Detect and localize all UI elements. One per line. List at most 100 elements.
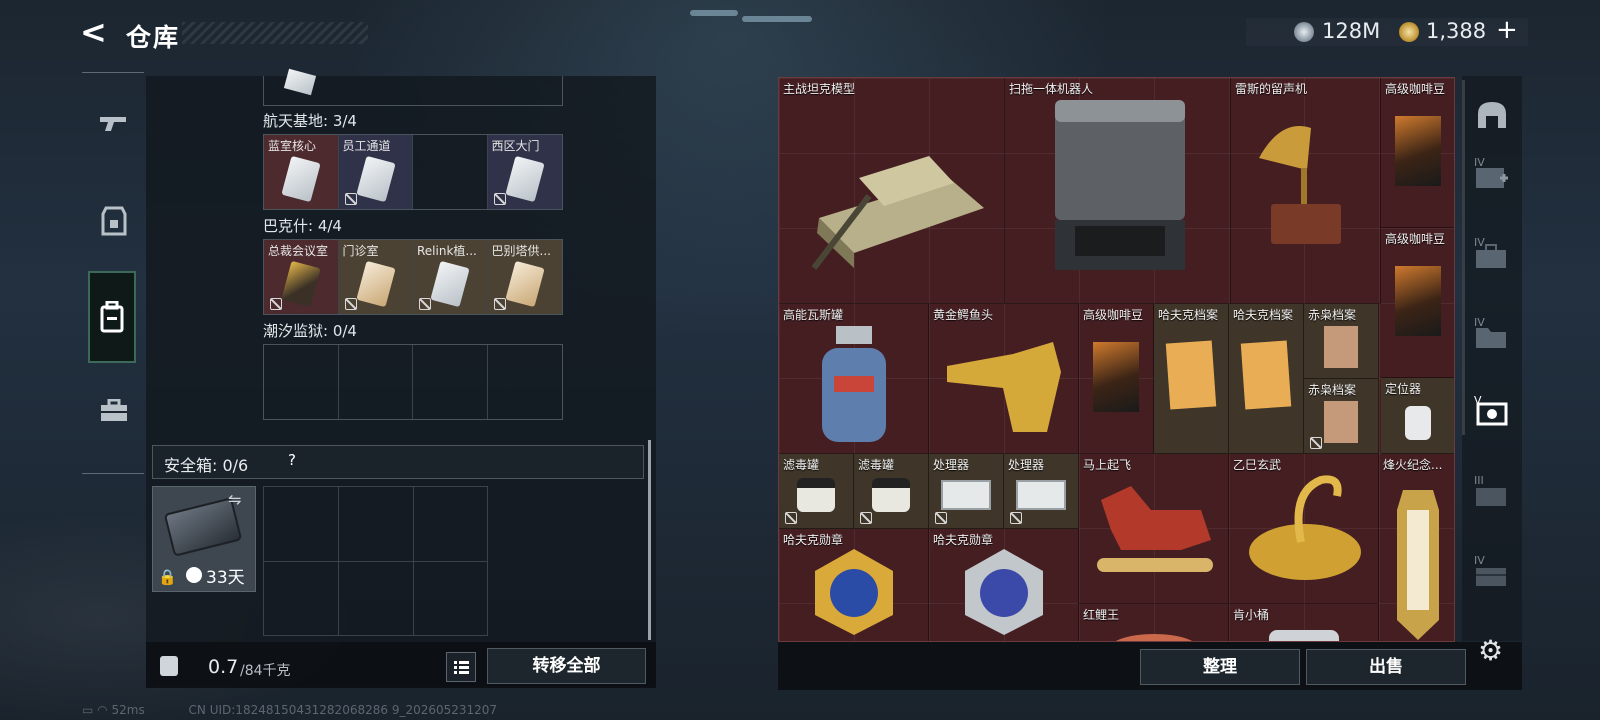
section-label-bakhsh: 巴克什: 4/4 xyxy=(263,217,342,235)
lock-icon: 🔒 xyxy=(158,568,177,586)
key-row-aerospace: 蓝室核心 员工通道 西区大门 xyxy=(263,134,563,210)
key-slot-label: Relink植... xyxy=(417,244,477,258)
organize-button[interactable]: 整理 xyxy=(1140,649,1300,685)
item-filter-canister[interactable]: 滤毒罐 xyxy=(779,454,854,529)
add-currency-button[interactable]: + xyxy=(1496,15,1518,45)
ping-value: 52ms xyxy=(111,703,145,717)
no-trade-icon xyxy=(935,512,947,524)
item-label: 肯小桶 xyxy=(1233,608,1270,622)
gramophone-icon xyxy=(1259,126,1341,244)
item-coffee-beans[interactable]: 高级咖啡豆 xyxy=(1381,78,1454,228)
item-label: 主战坦克模型 xyxy=(783,82,856,96)
item-label: 高级咖啡豆 xyxy=(1083,308,1144,322)
safe-box-label: 安全箱: 0/6 xyxy=(164,456,249,475)
gun-icon[interactable] xyxy=(88,95,140,151)
keycard xyxy=(281,260,321,308)
gold-croc-icon xyxy=(947,342,1061,432)
safe-duration: 33天 xyxy=(206,568,245,588)
key-slot[interactable]: 蓝室核心 xyxy=(264,135,339,209)
key-slot[interactable]: 员工通道 xyxy=(338,135,413,209)
item-red-owl-file[interactable]: 赤枭档案 xyxy=(1304,304,1379,379)
weight-current: 0.7 xyxy=(208,656,239,678)
left-panel-scrollbar[interactable] xyxy=(648,440,651,640)
item-red-koi[interactable]: 红鲤王 xyxy=(1079,604,1229,641)
item-tank-model[interactable]: 主战坦克模型 xyxy=(779,78,1005,304)
keycard xyxy=(504,155,545,203)
medkit-icon[interactable]: IV xyxy=(1474,156,1514,196)
safe-box-grid[interactable] xyxy=(263,486,488,636)
armor-icon[interactable] xyxy=(88,193,140,249)
key-slot-empty[interactable] xyxy=(413,135,488,209)
list-view-button[interactable] xyxy=(446,652,476,682)
helmet-icon[interactable] xyxy=(1474,98,1514,138)
item-horse-statue[interactable]: 马上起飞 xyxy=(1079,454,1229,604)
level-label: V xyxy=(1474,394,1482,407)
no-trade-icon xyxy=(1310,437,1322,449)
locator-device xyxy=(1405,406,1431,440)
settings-gear-icon[interactable]: ⚙ xyxy=(1478,634,1503,667)
item-processor[interactable]: 处理器 xyxy=(929,454,1004,529)
transfer-all-button[interactable]: 转移全部 xyxy=(487,648,646,684)
item-label: 定位器 xyxy=(1385,382,1422,396)
case-icon[interactable]: IV xyxy=(1474,236,1514,276)
processor-icon xyxy=(1016,480,1066,510)
item-label: 高级咖啡豆 xyxy=(1385,82,1446,96)
item-haffk-file[interactable]: 哈夫克档案 xyxy=(1229,304,1304,454)
item-beacon-trophy[interactable]: 烽火纪念... xyxy=(1379,454,1454,641)
toolbox-icon[interactable] xyxy=(88,383,140,439)
key-slot-empty[interactable] xyxy=(413,345,488,419)
item-label: 哈夫克勋章 xyxy=(933,533,994,547)
key-slot-label: 员工通道 xyxy=(342,139,391,153)
level-label: IV xyxy=(1474,554,1485,567)
item-gramophone[interactable]: 雷斯的留声机 xyxy=(1231,78,1381,304)
item-haffk-medal[interactable]: 哈夫克勋章 xyxy=(779,529,929,641)
item-ken-bucket[interactable]: 肯小桶 xyxy=(1229,604,1379,641)
key-slot-label: 门诊室 xyxy=(342,244,379,258)
key-slot[interactable]: Relink植... xyxy=(413,240,488,314)
key-slot-empty[interactable] xyxy=(339,345,413,419)
item-red-owl-file[interactable]: 赤枭档案 xyxy=(1304,379,1379,454)
key-slot-label: 巴别塔供... xyxy=(491,244,551,258)
item-label: 哈夫克档案 xyxy=(1158,308,1219,322)
back-button[interactable]: < xyxy=(80,16,110,48)
help-button[interactable]: ? xyxy=(282,451,302,471)
section-label-aerospace: 航天基地: 3/4 xyxy=(263,112,357,130)
key-slot[interactable]: 西区大门 xyxy=(487,135,562,209)
item-filter-canister[interactable]: 滤毒罐 xyxy=(854,454,929,529)
gold-coin-icon xyxy=(1399,22,1419,42)
key-slot-label: 蓝室核心 xyxy=(268,139,317,153)
item-gas-canister[interactable]: 高能瓦斯罐 xyxy=(779,304,929,454)
item-processor[interactable]: 处理器 xyxy=(1004,454,1079,529)
item-golden-turtle[interactable]: 乙巳玄武 xyxy=(1229,454,1379,604)
box-icon[interactable]: III xyxy=(1474,474,1514,514)
key-slot-empty[interactable] xyxy=(264,345,339,419)
item-gold-croc-head[interactable]: 黄金鳄鱼头 xyxy=(929,304,1079,454)
item-label: 处理器 xyxy=(1008,458,1045,472)
file-folder xyxy=(1165,340,1217,410)
silver-medal-icon xyxy=(965,549,1043,635)
level-label: III xyxy=(1474,474,1484,487)
item-label: 扫拖一体机器人 xyxy=(1009,82,1094,96)
item-locator[interactable]: 定位器 xyxy=(1381,378,1454,454)
key-slot[interactable]: 总裁会议室 xyxy=(264,240,339,314)
device-icon[interactable]: V xyxy=(1474,394,1514,434)
item-label: 滤毒罐 xyxy=(783,458,820,472)
item-coffee-beans[interactable]: 高级咖啡豆 xyxy=(1079,304,1154,454)
backpack-icon[interactable] xyxy=(88,271,136,363)
item-haffk-file[interactable]: 哈夫克档案 xyxy=(1154,304,1229,454)
keycard xyxy=(281,155,321,203)
list-icon xyxy=(454,661,469,674)
item-coffee-beans[interactable]: 高级咖啡豆 xyxy=(1381,228,1454,378)
key-slot[interactable]: 巴别塔供... xyxy=(487,240,562,314)
item-haffk-medal[interactable]: 哈夫克勋章 xyxy=(929,529,1079,641)
key-slot-empty[interactable] xyxy=(488,345,563,419)
swap-icon[interactable]: ⇋ xyxy=(228,490,241,509)
koi-icon xyxy=(1109,634,1199,641)
item-robot-vacuum[interactable]: 扫拖一体机器人 xyxy=(1005,78,1231,304)
crate-icon[interactable]: IV xyxy=(1474,554,1514,594)
weight-icon xyxy=(160,656,178,676)
folder-icon[interactable]: IV xyxy=(1474,316,1514,356)
key-slot[interactable]: 门诊室 xyxy=(338,240,413,314)
item-label: 马上起飞 xyxy=(1083,458,1132,472)
sell-button[interactable]: 出售 xyxy=(1306,649,1466,685)
